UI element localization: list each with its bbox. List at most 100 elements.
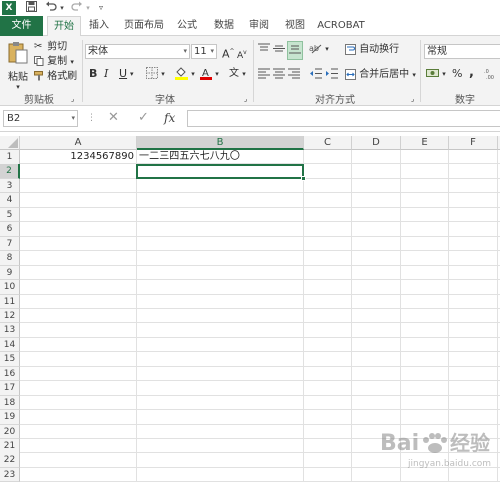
tab-review[interactable]: 审阅 xyxy=(244,16,274,36)
decrease-indent-button[interactable] xyxy=(309,68,322,83)
confirm-entry-icon[interactable]: ✓ xyxy=(138,111,149,124)
phonetic-dropdown-icon[interactable]: ▾ xyxy=(242,70,246,78)
borders-button[interactable]: ▾ xyxy=(146,67,165,81)
font-size-dropdown-icon[interactable]: ▾ xyxy=(210,45,214,58)
tab-formulas[interactable]: 公式 xyxy=(172,16,202,36)
row-header-22[interactable]: 22 xyxy=(0,453,20,468)
tab-view[interactable]: 视图 xyxy=(280,16,310,36)
increase-decimal-button[interactable]: .0.00 xyxy=(484,67,498,83)
column-header-f[interactable]: F xyxy=(449,136,498,150)
row-header-23[interactable]: 23 xyxy=(0,467,20,482)
row-header-2[interactable]: 2 xyxy=(0,164,20,179)
row-header-8[interactable]: 8 xyxy=(0,251,20,266)
font-name-dropdown-icon[interactable]: ▾ xyxy=(183,45,187,58)
align-center-button[interactable] xyxy=(273,68,285,83)
row-header-20[interactable]: 20 xyxy=(0,424,20,440)
cell-a1[interactable]: 1234567890 xyxy=(20,150,135,164)
insert-function-icon[interactable]: fx xyxy=(164,112,175,125)
row-header-14[interactable]: 14 xyxy=(0,337,20,353)
tab-home[interactable]: 开始 xyxy=(47,16,81,37)
comma-style-button[interactable]: , xyxy=(469,66,474,79)
font-name-combo[interactable]: 宋体 ▾ xyxy=(85,44,190,59)
formula-bar-grip-icon[interactable]: ⋮ xyxy=(87,112,96,125)
align-top-button[interactable] xyxy=(258,43,270,58)
underline-dropdown-icon[interactable]: ▾ xyxy=(130,68,134,81)
column-header-c[interactable]: C xyxy=(304,136,352,150)
fill-handle[interactable] xyxy=(301,176,306,181)
row-header-11[interactable]: 11 xyxy=(0,294,20,309)
align-bottom-button[interactable] xyxy=(287,41,303,60)
row-header-6[interactable]: 6 xyxy=(0,222,20,237)
format-painter-button[interactable]: 格式刷 xyxy=(34,70,77,83)
decrease-font-size-button[interactable]: Av xyxy=(237,46,247,63)
name-box-dropdown-icon[interactable]: ▾ xyxy=(71,111,75,126)
undo-dropdown-icon[interactable]: ▾ xyxy=(58,1,66,15)
copy-dropdown-icon[interactable]: ▾ xyxy=(70,58,74,66)
row-header-18[interactable]: 18 xyxy=(0,395,20,411)
tab-file[interactable]: 文件 xyxy=(0,16,43,36)
column-header-d[interactable]: D xyxy=(352,136,401,150)
font-color-button[interactable]: A ▾ xyxy=(200,66,219,81)
cut-button[interactable]: ✂ 剪切 xyxy=(34,40,67,54)
column-header-b[interactable]: B xyxy=(137,136,304,150)
row-header-17[interactable]: 17 xyxy=(0,381,20,396)
paste-dropdown-icon[interactable]: ▾ xyxy=(5,84,31,91)
italic-button[interactable]: I xyxy=(104,67,108,80)
tab-insert[interactable]: 插入 xyxy=(84,16,114,36)
orientation-button[interactable]: ab ▾ xyxy=(309,42,329,56)
underline-button[interactable]: U xyxy=(119,67,127,80)
save-icon[interactable] xyxy=(24,1,38,15)
name-box[interactable]: B2 ▾ xyxy=(3,110,78,127)
redo-icon[interactable] xyxy=(70,1,84,15)
copy-button[interactable]: 复制 ▾ xyxy=(34,55,74,69)
alignment-launcher-icon[interactable]: ⌟ xyxy=(411,93,414,106)
phonetic-button[interactable]: 文 ▾ xyxy=(229,67,246,81)
row-header-15[interactable]: 15 xyxy=(0,352,20,367)
bold-button[interactable]: B xyxy=(89,67,97,80)
wrap-text-button[interactable]: 自动换行 xyxy=(345,43,399,56)
row-header-16[interactable]: 16 xyxy=(0,366,20,382)
merge-center-button[interactable]: 合并后居中 ▾ xyxy=(345,68,416,82)
tab-data[interactable]: 数据 xyxy=(209,16,239,36)
cell-b1[interactable]: 一二三四五六七八九〇 xyxy=(139,150,303,164)
percent-style-button[interactable]: % xyxy=(452,67,462,80)
font-launcher-icon[interactable]: ⌟ xyxy=(244,93,247,106)
formula-input[interactable] xyxy=(187,110,500,127)
tab-acrobat[interactable]: ACROBAT xyxy=(316,16,366,36)
worksheet-grid[interactable]: A B C D E F 1 2 3 4 5 6 7 8 9 10 11 12 13 14 15 16 17 18 1… xyxy=(0,136,500,482)
borders-dropdown-icon[interactable]: ▾ xyxy=(161,70,165,78)
align-left-button[interactable] xyxy=(258,68,270,83)
fill-color-dropdown-icon[interactable]: ▾ xyxy=(191,70,195,78)
row-header-1[interactable]: 1 xyxy=(0,150,20,165)
select-all-corner[interactable] xyxy=(0,136,20,150)
accounting-dropdown-icon[interactable]: ▾ xyxy=(442,70,446,78)
cancel-entry-icon[interactable]: ✕ xyxy=(108,111,119,124)
accounting-format-button[interactable]: ▾ xyxy=(426,67,446,81)
row-header-7[interactable]: 7 xyxy=(0,236,20,252)
selected-cell-b2[interactable] xyxy=(136,164,304,179)
row-header-13[interactable]: 13 xyxy=(0,323,20,338)
align-middle-button[interactable] xyxy=(273,43,285,58)
tab-page-layout[interactable]: 页面布局 xyxy=(120,16,168,36)
row-header-21[interactable]: 21 xyxy=(0,439,20,454)
align-right-button[interactable] xyxy=(288,68,300,83)
column-header-a[interactable]: A xyxy=(20,136,137,150)
row-header-12[interactable]: 12 xyxy=(0,308,20,324)
row-header-4[interactable]: 4 xyxy=(0,193,20,208)
font-size-combo[interactable]: 11 ▾ xyxy=(191,44,217,59)
row-header-19[interactable]: 19 xyxy=(0,410,20,425)
row-header-5[interactable]: 5 xyxy=(0,207,20,223)
redo-dropdown-icon[interactable]: ▾ xyxy=(84,1,92,15)
column-header-e[interactable]: E xyxy=(401,136,449,150)
row-header-3[interactable]: 3 xyxy=(0,178,20,194)
undo-icon[interactable] xyxy=(44,1,58,15)
row-header-9[interactable]: 9 xyxy=(0,265,20,281)
customize-quick-access-icon[interactable]: ▿ xyxy=(96,1,106,15)
row-header-10[interactable]: 10 xyxy=(0,280,20,295)
clipboard-launcher-icon[interactable]: ⌟ xyxy=(71,93,74,106)
increase-indent-button[interactable] xyxy=(325,68,338,83)
merge-center-dropdown-icon[interactable]: ▾ xyxy=(412,71,416,79)
increase-font-size-button[interactable]: A^ xyxy=(222,45,235,61)
orientation-dropdown-icon[interactable]: ▾ xyxy=(325,45,329,53)
number-format-combo[interactable]: 常规 xyxy=(424,44,500,59)
